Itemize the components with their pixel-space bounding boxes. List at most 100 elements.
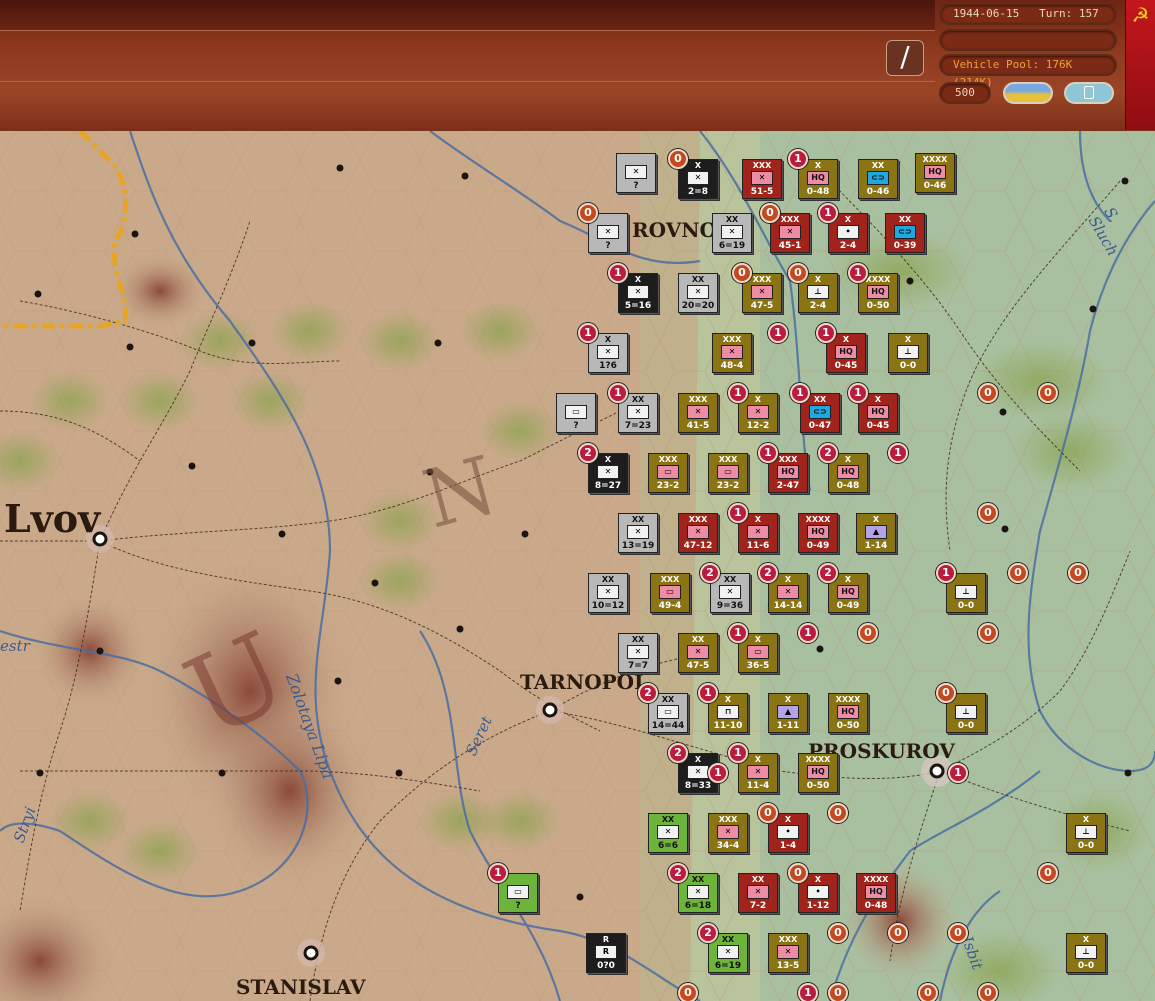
unit-counter[interactable]: ✕? bbox=[616, 153, 656, 193]
hex-marker-badge[interactable]: 0 bbox=[1038, 383, 1058, 403]
unit-counter[interactable]: X ⊥ 0-0 bbox=[1066, 813, 1106, 853]
unit-type-art-icon: • bbox=[807, 885, 829, 899]
hex-marker-badge[interactable]: 0 bbox=[828, 923, 848, 943]
unit-strength-label: 0-45 bbox=[866, 421, 890, 431]
unit-type-HQ-icon: HQ bbox=[807, 525, 829, 539]
hex-marker-badge[interactable]: 1 bbox=[948, 763, 968, 783]
unit-size-label: X bbox=[904, 335, 912, 344]
hex-marker-badge[interactable]: 0 bbox=[1038, 863, 1058, 883]
unit-type-HQ-icon: HQ bbox=[837, 705, 859, 719]
unit-counter[interactable]: XXX ✕ 34-4 bbox=[708, 813, 748, 853]
hex-marker-badge[interactable]: 0 bbox=[948, 923, 968, 943]
hex-marker-badge[interactable]: 1 bbox=[888, 443, 908, 463]
unit-type-inf-icon: ✕ bbox=[597, 225, 619, 239]
unit-size-label: XXX bbox=[718, 455, 738, 464]
unit-strength-label: 0-0 bbox=[1077, 841, 1095, 851]
unit-counter[interactable]: X ⊥ 0-0 bbox=[888, 333, 928, 373]
unit-strength-label: ? bbox=[515, 901, 521, 911]
unit-strength-label: ? bbox=[633, 181, 639, 191]
unit-counter[interactable]: XXX ✕ 48-4 bbox=[712, 333, 752, 373]
hex-marker-badge[interactable]: 0 bbox=[858, 623, 878, 643]
unit-counter[interactable]: XX ✕ 13=19 bbox=[618, 513, 658, 553]
unit-counter[interactable]: XX ⊂⊃ 0-39 bbox=[885, 213, 925, 253]
city-label-tarnopol: TARNOPOL bbox=[520, 670, 649, 694]
unit-type-arm-icon: ▭ bbox=[565, 405, 587, 419]
hex-marker-badge[interactable]: 1 bbox=[768, 323, 788, 343]
hex-marker-badge[interactable]: 0 bbox=[978, 503, 998, 523]
unit-counter[interactable]: XXX ▭ 23-2 bbox=[708, 453, 748, 493]
unit-type-arm-icon: ▭ bbox=[659, 585, 681, 599]
unit-counter[interactable]: XXX ▭ 49-4 bbox=[650, 573, 690, 613]
unit-counter[interactable]: X ▲ 1-14 bbox=[856, 513, 896, 553]
date-text: 1944-06-15 bbox=[953, 7, 1020, 20]
hex-marker-badge[interactable]: 1 bbox=[798, 623, 818, 643]
unit-counter[interactable]: XXX ✕ 41-5 bbox=[678, 393, 718, 433]
unit-strength-label: 11-10 bbox=[713, 721, 743, 731]
unit-counter[interactable]: XXX ✕ 51-5 bbox=[742, 159, 782, 199]
unit-strength-label: 49-4 bbox=[658, 601, 682, 611]
unit-moves-badge: 0 bbox=[760, 203, 780, 223]
edit-pencil-button[interactable]: / bbox=[886, 40, 924, 76]
unit-type-mot-icon: ⊂⊃ bbox=[809, 405, 831, 419]
unit-counter[interactable]: X ⊥ 0-0 bbox=[1066, 933, 1106, 973]
unit-counter[interactable]: XXXX HQ 0-49 bbox=[798, 513, 838, 553]
hex-marker-badge[interactable]: 0 bbox=[828, 983, 848, 1001]
unit-moves-badge: 2 bbox=[638, 683, 658, 703]
hex-marker-badge[interactable]: 0 bbox=[888, 923, 908, 943]
unit-counter[interactable]: XX ✕ 6=6 bbox=[648, 813, 688, 853]
unit-type-eng-icon: ⊥ bbox=[955, 585, 977, 599]
unit-moves-badge: 1 bbox=[788, 149, 808, 169]
unit-counter[interactable]: XX ✕ 47-5 bbox=[678, 633, 718, 673]
toolbar-band-top bbox=[0, 0, 935, 31]
unit-counter[interactable]: XXX ✕ 47-12 bbox=[678, 513, 718, 553]
unit-counter[interactable]: XX ⊂⊃ 0-46 bbox=[858, 159, 898, 199]
unit-counter[interactable]: XXX ▭ 23-2 bbox=[648, 453, 688, 493]
unit-counter[interactable]: XX ✕ 7=7 bbox=[618, 633, 658, 673]
unit-size-label: XXX bbox=[660, 575, 680, 584]
unit-type-eng-icon: ⊥ bbox=[955, 705, 977, 719]
hex-marker-badge[interactable]: 0 bbox=[978, 983, 998, 1001]
unit-moves-badge: 0 bbox=[668, 149, 688, 169]
map-area[interactable]: Lvov ROVNO TARNOPOL PROSKUROV STANISLAV … bbox=[0, 131, 1155, 1001]
hex-marker-badge[interactable]: 0 bbox=[1008, 563, 1028, 583]
unit-counter[interactable]: R R 0?0 bbox=[586, 933, 626, 973]
unit-counter[interactable]: X ▲ 1-11 bbox=[768, 693, 808, 733]
unit-counter[interactable]: XX ✕ 10=12 bbox=[588, 573, 628, 613]
unit-counter[interactable]: XX ✕ 6=19 bbox=[712, 213, 752, 253]
unit-moves-badge: 1 bbox=[698, 683, 718, 703]
unit-type-eng-icon: ⊥ bbox=[897, 345, 919, 359]
unit-moves-badge: 0 bbox=[732, 263, 752, 283]
unit-size-label: XX bbox=[898, 215, 912, 224]
unit-strength-label: 0-39 bbox=[893, 241, 917, 251]
unit-size-label: XX bbox=[601, 575, 615, 584]
unit-counter[interactable]: ▭? bbox=[556, 393, 596, 433]
unit-strength-label: 0-50 bbox=[836, 721, 860, 731]
unit-counter[interactable]: XXXX HQ 0-48 bbox=[856, 873, 896, 913]
unit-type-HQ-icon: HQ bbox=[807, 171, 829, 185]
unit-type-inf-icon: ✕ bbox=[627, 285, 649, 299]
unit-strength-label: 9=36 bbox=[716, 601, 744, 611]
hex-marker-badge[interactable]: 0 bbox=[978, 383, 998, 403]
unit-type-inf-icon: ✕ bbox=[597, 585, 619, 599]
unit-type-arm-icon: ▭ bbox=[717, 465, 739, 479]
unit-counter[interactable]: XXXX HQ 0-50 bbox=[828, 693, 868, 733]
unit-counter[interactable]: XXX ✕ 13-5 bbox=[768, 933, 808, 973]
hex-marker-badge[interactable]: 0 bbox=[918, 983, 938, 1001]
hex-marker-badge[interactable]: 0 bbox=[828, 803, 848, 823]
unit-strength-label: 20=20 bbox=[681, 301, 715, 311]
hex-marker-badge[interactable]: 0 bbox=[678, 983, 698, 1001]
weather-clear-icon[interactable] bbox=[1003, 82, 1053, 104]
unit-strength-label: 11-4 bbox=[746, 781, 770, 791]
hex-marker-badge[interactable]: 1 bbox=[798, 983, 818, 1001]
hex-marker-badge[interactable]: 0 bbox=[978, 623, 998, 643]
unit-strength-label: ? bbox=[605, 241, 611, 251]
hex-marker-badge[interactable]: 0 bbox=[1068, 563, 1088, 583]
unit-counter[interactable]: XX ✕ 20=20 bbox=[678, 273, 718, 313]
unit-counter[interactable]: XXXX HQ 0-50 bbox=[798, 753, 838, 793]
unit-counter[interactable]: XXXX HQ 0-46 bbox=[915, 153, 955, 193]
unit-strength-label: 23-2 bbox=[716, 481, 740, 491]
hex-marker-badge[interactable]: 1 bbox=[708, 763, 728, 783]
unit-strength-label: 0-49 bbox=[806, 541, 830, 551]
overlay-toggle-button[interactable] bbox=[1064, 82, 1114, 104]
unit-counter[interactable]: XX ✕ 7-2 bbox=[738, 873, 778, 913]
